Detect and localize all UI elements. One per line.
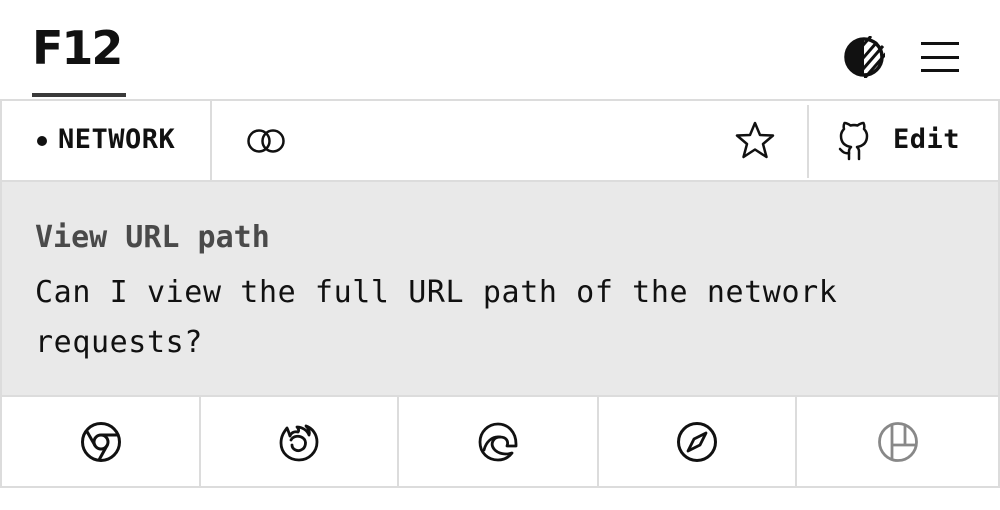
menu-bar-middle <box>921 56 959 59</box>
logo-underline <box>32 93 126 97</box>
browser-cell-chrome[interactable] <box>2 397 201 486</box>
star-icon[interactable] <box>735 121 775 159</box>
toolbar-divider <box>807 105 809 178</box>
theme-toggle-button[interactable] <box>843 36 885 78</box>
edge-icon <box>478 422 518 461</box>
category-tag[interactable]: NETWORK <box>2 101 212 180</box>
browser-cell-polypane[interactable] <box>797 397 998 486</box>
polypane-icon <box>877 421 918 462</box>
question-panel: View URL path Can I view the full URL pa… <box>0 182 1000 395</box>
edit-label: Edit <box>893 124 961 155</box>
menu-button[interactable] <box>920 40 960 74</box>
safari-icon <box>677 421 717 462</box>
site-header: F12 <box>0 0 1000 99</box>
github-icon <box>838 121 869 161</box>
toolbar: NETWORK Edit <box>0 99 1000 182</box>
browser-cell-safari[interactable] <box>599 397 797 486</box>
question-text: Can I view the full URL path of the netw… <box>35 275 838 360</box>
edit-button[interactable]: Edit <box>834 117 974 165</box>
browser-cell-edge[interactable] <box>399 397 599 486</box>
menu-bar-top <box>921 42 959 45</box>
link-icon[interactable] <box>246 127 286 155</box>
menu-bar-bottom <box>921 69 959 72</box>
site-logo[interactable]: F12 <box>32 22 123 74</box>
browser-support-row <box>0 395 1000 488</box>
firefox-icon <box>279 424 319 461</box>
browser-cell-firefox[interactable] <box>201 397 399 486</box>
chrome-icon <box>80 421 121 462</box>
question-title: View URL path <box>35 220 270 255</box>
contrast-icon <box>844 36 885 78</box>
tag-dot <box>37 136 47 146</box>
category-tag-label: NETWORK <box>58 124 176 155</box>
